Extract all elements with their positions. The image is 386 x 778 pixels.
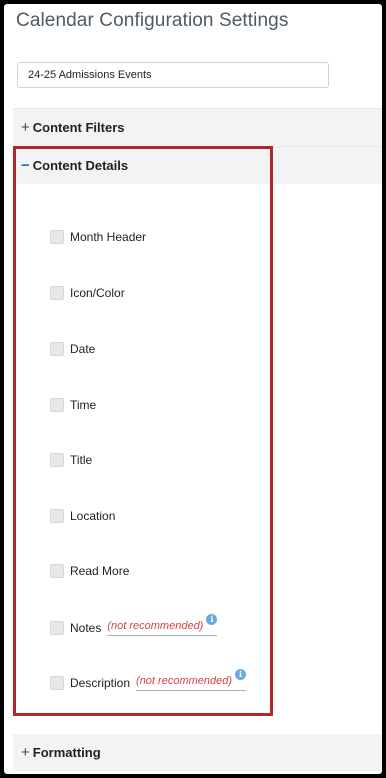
checkbox-label: Time — [70, 398, 97, 412]
checkbox-item-date[interactable]: Date — [50, 342, 95, 356]
note-text: (not recommended) — [107, 620, 204, 632]
checkbox-item-notes[interactable]: Notes (not recommended) i — [50, 614, 218, 636]
checkbox-label: Date — [70, 342, 96, 356]
checkbox-label: Read More — [70, 564, 130, 578]
section-label: Content Details — [32, 158, 129, 173]
note-text: (not recommended) — [136, 675, 233, 687]
checkbox-label: Location — [70, 509, 116, 523]
expand-toggle-icon: + — [21, 119, 30, 136]
info-icon[interactable]: i — [206, 614, 218, 625]
checkbox[interactable] — [50, 564, 64, 578]
section-content-filters[interactable]: + Content Filters — [13, 108, 382, 147]
checkbox-label: Description — [70, 676, 131, 690]
not-recommended-note: (not recommended) i — [107, 614, 218, 636]
checkbox-label: Month Header — [70, 230, 147, 244]
expand-toggle-icon: + — [21, 744, 30, 761]
checkbox-item-icon-color[interactable]: Icon/Color — [50, 286, 125, 300]
info-icon[interactable]: i — [235, 669, 247, 680]
checkbox[interactable] — [50, 286, 64, 300]
not-recommended-note: (not recommended) i — [136, 669, 247, 691]
checkbox-item-description[interactable]: Description (not recommended) i — [50, 669, 247, 691]
calendar-name-input[interactable] — [17, 62, 329, 88]
checkbox-label: Icon/Color — [70, 286, 125, 300]
checkbox[interactable] — [50, 342, 64, 356]
checkbox-item-time[interactable]: Time — [50, 398, 96, 412]
checkbox-item-title[interactable]: Title — [50, 453, 92, 467]
page-title: Calendar Configuration Settings — [16, 10, 289, 31]
checkbox[interactable] — [50, 621, 64, 635]
checkbox-label: Notes — [70, 621, 102, 635]
checkbox[interactable] — [50, 676, 64, 690]
section-formatting[interactable]: + Formatting — [13, 734, 382, 771]
checkbox[interactable] — [50, 509, 64, 523]
collapse-toggle-icon: − — [21, 157, 30, 174]
section-label: Content Filters — [32, 120, 125, 135]
checkbox-item-read-more[interactable]: Read More — [50, 564, 129, 578]
checkbox-item-location[interactable]: Location — [50, 509, 115, 523]
checkbox[interactable] — [50, 230, 64, 244]
settings-panel: Calendar Configuration Settings + Conten… — [4, 4, 382, 774]
checkbox-label: Title — [70, 453, 93, 467]
section-label: Formatting — [32, 745, 101, 760]
checkbox[interactable] — [50, 453, 64, 467]
checkbox[interactable] — [50, 398, 64, 412]
section-content-details[interactable]: − Content Details — [13, 147, 382, 184]
checkbox-item-month-header[interactable]: Month Header — [50, 230, 146, 244]
